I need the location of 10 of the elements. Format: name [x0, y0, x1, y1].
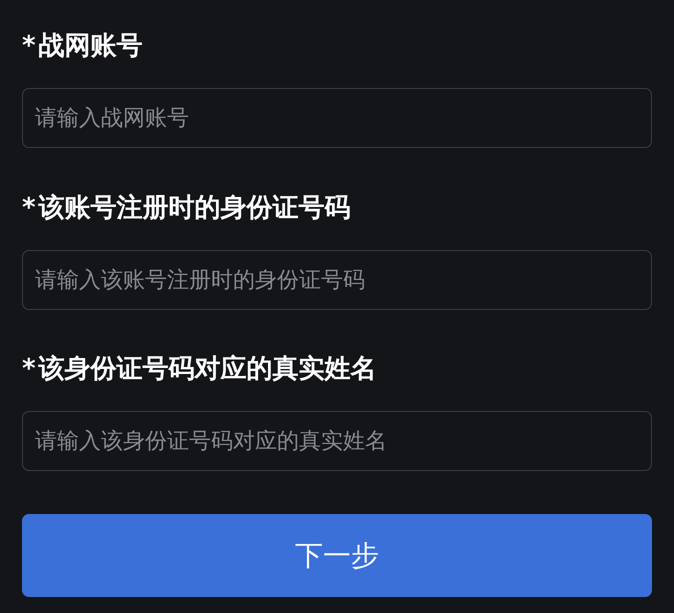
- input-field[interactable]: 请输入该身份证号码对应的真实姓名: [22, 411, 652, 471]
- input-field[interactable]: 请输入该账号注册时的身份证号码: [22, 250, 652, 310]
- field-label: 该身份证号码对应的真实姓名: [38, 353, 377, 386]
- field-label: 该账号注册时的身份证号码: [38, 192, 351, 225]
- required-mark: *: [22, 31, 36, 61]
- next-button[interactable]: 下一步: [22, 514, 652, 597]
- required-mark: *: [22, 354, 36, 384]
- input-field[interactable]: 请输入战网账号: [22, 88, 652, 148]
- field-label: 战网账号: [38, 30, 143, 63]
- required-mark: *: [22, 193, 36, 223]
